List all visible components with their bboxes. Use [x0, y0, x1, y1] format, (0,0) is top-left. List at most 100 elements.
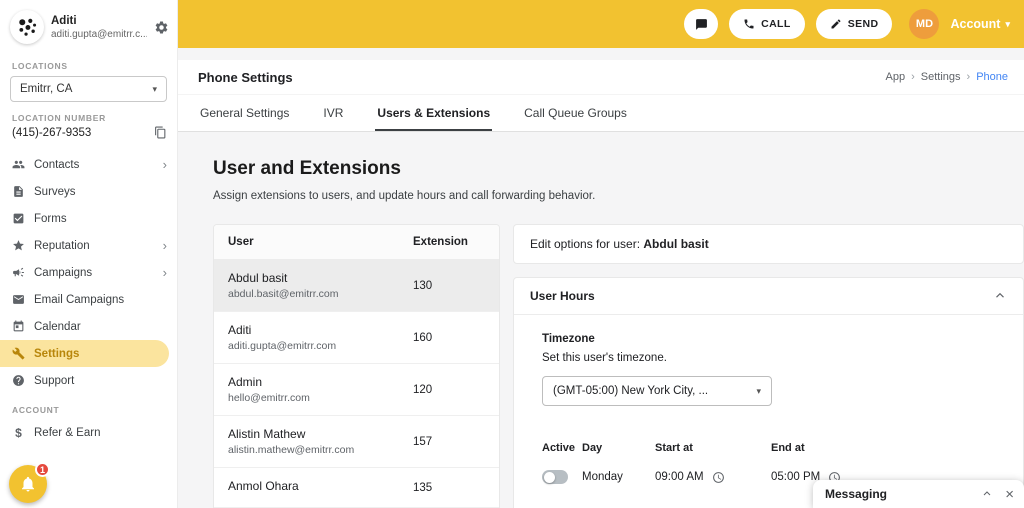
sidebar-item-support[interactable]: Support: [0, 367, 177, 394]
user-row-extension: 135: [413, 481, 433, 494]
tab-general-settings[interactable]: General Settings: [198, 95, 291, 131]
forms-icon: [13, 213, 24, 224]
breadcrumb-settings[interactable]: Settings: [921, 71, 961, 83]
messages-button[interactable]: [684, 9, 719, 39]
chat-icon: [695, 18, 707, 30]
user-row-name: Aditi: [228, 323, 252, 337]
sidebar-item-label: Reputation: [34, 239, 90, 252]
user-row-email: abdul.basit@emitrr.com: [228, 288, 339, 300]
surveys-icon: [14, 186, 23, 197]
location-number-row: (415)-267-9353: [0, 123, 177, 139]
help-icon: [13, 375, 24, 386]
user-row-name: Admin: [228, 375, 263, 389]
location-select[interactable]: Emitrr, CA ▾: [10, 76, 167, 102]
sidebar-item-reputation[interactable]: Reputation ›: [0, 232, 177, 259]
section-subheading: Assign extensions to users, and update h…: [213, 190, 596, 202]
user-row-extension: 120: [413, 383, 433, 396]
sidebar-item-label: Calendar: [34, 320, 81, 333]
sidebar-item-label: Forms: [34, 212, 67, 225]
avatar[interactable]: MD: [909, 9, 940, 39]
sidebar-item-email-campaigns[interactable]: Email Campaigns: [0, 286, 177, 313]
send-button[interactable]: SEND: [815, 9, 893, 39]
account-menu-label: Account: [950, 17, 1001, 31]
day-label: Monday: [582, 471, 623, 483]
sidebar-item-settings[interactable]: Settings: [0, 340, 169, 367]
table-row[interactable]: Aditi aditi.gupta@emitrr.com 160: [214, 312, 499, 364]
breadcrumb-separator: ›: [966, 71, 971, 83]
campaigns-icon: [13, 267, 24, 277]
table-row[interactable]: Admin hello@emitrr.com 120: [214, 364, 499, 416]
timezone-select-value: (GMT-05:00) New York City, ...: [553, 385, 709, 397]
breadcrumb-phone: Phone: [976, 71, 1008, 83]
column-end-at: End at: [771, 442, 805, 454]
breadcrumb-app[interactable]: App: [886, 71, 906, 83]
emitrr-logo: [10, 10, 44, 44]
column-start-at: Start at: [655, 442, 693, 454]
sidebar-item-label: Contacts: [34, 158, 80, 171]
chevron-right-icon: ›: [162, 265, 167, 280]
account-menu[interactable]: Account ▾: [950, 17, 1010, 31]
chevron-down-icon: ▾: [152, 83, 157, 94]
table-row[interactable]: Abdul basit abdul.basit@emitrr.com 130: [214, 260, 499, 312]
sidebar-item-surveys[interactable]: Surveys: [0, 178, 177, 205]
location-select-value: Emitrr, CA: [20, 83, 73, 95]
column-user: User: [228, 236, 254, 248]
content-area: User and Extensions Assign extensions to…: [178, 132, 1024, 508]
users-table: User Extension Abdul basit abdul.basit@e…: [213, 224, 500, 508]
table-row[interactable]: Anmol Ohara 135: [214, 468, 499, 508]
tab-users-extensions[interactable]: Users & Extensions: [375, 95, 493, 131]
tab-ivr[interactable]: IVR: [321, 95, 345, 131]
call-button[interactable]: CALL: [729, 9, 805, 39]
calendar-icon: [13, 320, 24, 332]
user-hours-header[interactable]: User Hours: [514, 278, 1023, 315]
user-row-name: Abdul basit: [228, 271, 288, 285]
sidebar-item-forms[interactable]: Forms: [0, 205, 177, 232]
hours-table-header: Active Day Start at End at: [542, 442, 1007, 454]
chevron-down-icon: ▾: [1005, 18, 1010, 29]
sidebar-item-label: Surveys: [34, 185, 76, 198]
active-toggle[interactable]: [542, 470, 568, 484]
chevron-up-icon[interactable]: [993, 289, 1007, 303]
tab-call-queue-groups[interactable]: Call Queue Groups: [522, 95, 629, 131]
sidebar-item-label: Refer & Earn: [34, 426, 101, 439]
users-table-header: User Extension: [214, 225, 499, 260]
timezone-label: Timezone: [542, 333, 595, 345]
call-button-label: CALL: [761, 18, 791, 30]
wrench-icon: [12, 347, 25, 360]
app-window: Aditi aditi.gupta@emitrr.c... LOCATIONS …: [0, 0, 1024, 508]
column-day: Day: [582, 442, 603, 454]
user-row-name: Alistin Mathew: [228, 427, 306, 441]
sidebar-item-label: Email Campaigns: [34, 293, 125, 306]
topbar: CALL SEND MD Account ▾: [178, 0, 1024, 48]
sidebar-item-contacts[interactable]: Contacts ›: [0, 151, 177, 178]
reputation-icon: [13, 240, 24, 251]
location-number-label: LOCATION NUMBER: [12, 113, 106, 123]
chevron-down-icon: ▾: [756, 385, 761, 396]
sidebar: Aditi aditi.gupta@emitrr.c... LOCATIONS …: [0, 0, 178, 508]
send-button-label: SEND: [847, 18, 879, 30]
close-icon[interactable]: ×: [1005, 487, 1014, 502]
sidebar-item-campaigns[interactable]: Campaigns ›: [0, 259, 177, 286]
start-at-picker[interactable]: 09:00 AM: [655, 471, 771, 484]
copy-icon[interactable]: [154, 126, 167, 139]
sidebar-item-calendar[interactable]: Calendar: [0, 313, 177, 340]
user-hours-title: User Hours: [530, 289, 595, 303]
sidebar-item-refer-earn[interactable]: $ Refer & Earn: [0, 419, 177, 446]
page-header: Phone Settings App › Settings › Phone: [178, 60, 1024, 94]
messaging-actions: ×: [981, 487, 1014, 502]
clock-icon: [712, 471, 724, 483]
user-row-email: alistin.mathew@emitrr.com: [228, 444, 355, 456]
location-number: (415)-267-9353: [12, 126, 92, 139]
start-at-value: 09:00 AM: [655, 471, 704, 483]
table-row[interactable]: Alistin Mathew alistin.mathew@emitrr.com…: [214, 416, 499, 468]
timezone-select[interactable]: (GMT-05:00) New York City, ... ▾: [542, 376, 772, 406]
notifications-button[interactable]: 1: [9, 462, 50, 503]
edit-options-user: Abdul basit: [643, 237, 709, 251]
gear-icon[interactable]: [154, 20, 169, 35]
user-hours-card: User Hours Timezone Set this user's time…: [513, 277, 1024, 508]
chevron-up-icon[interactable]: [981, 488, 993, 500]
user-row-extension: 130: [413, 279, 433, 292]
end-at-value: 05:00 PM: [771, 471, 821, 483]
user-row-email: aditi.gupta@emitrr.com: [228, 340, 337, 352]
pencil-icon: [831, 19, 841, 29]
